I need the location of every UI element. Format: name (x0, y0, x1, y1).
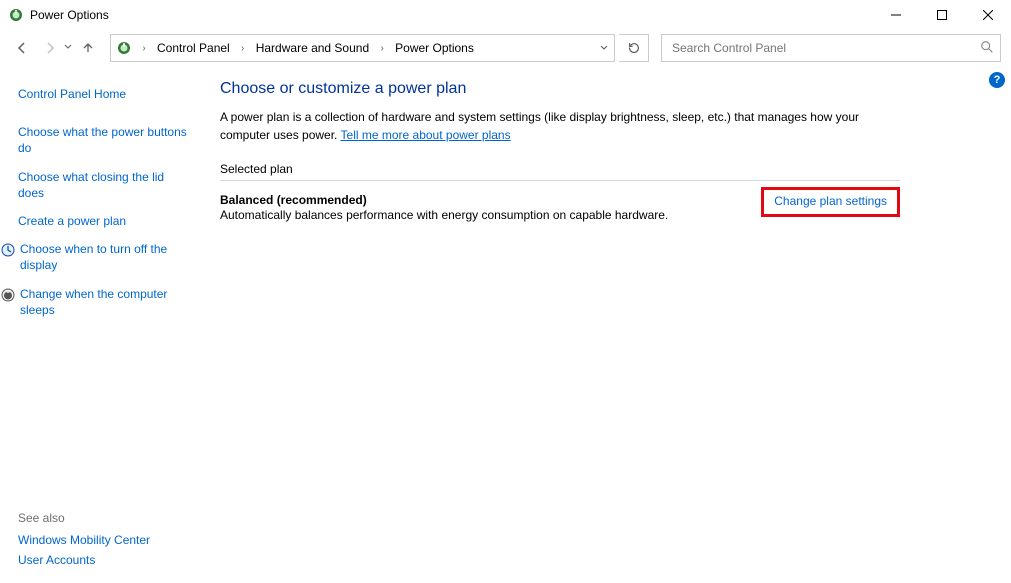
sidebar-link[interactable]: Choose what the power buttons do (18, 124, 192, 156)
breadcrumb-item[interactable]: Hardware and Sound (250, 35, 375, 61)
chevron-right-icon[interactable]: › (375, 35, 389, 61)
minimize-button[interactable] (873, 0, 919, 30)
see-also-link[interactable]: User Accounts (18, 553, 192, 567)
sidebar-link[interactable]: Create a power plan (18, 213, 192, 229)
chevron-right-icon[interactable]: › (236, 35, 250, 61)
section-divider (220, 180, 900, 181)
maximize-button[interactable] (919, 0, 965, 30)
see-also: See also Windows Mobility Center User Ac… (18, 511, 192, 583)
title-bar: Power Options (0, 0, 1011, 30)
breadcrumb-item[interactable]: Control Panel (151, 35, 236, 61)
address-history-button[interactable] (592, 35, 614, 61)
change-plan-settings-link[interactable]: Change plan settings (774, 194, 887, 208)
back-button[interactable] (10, 36, 34, 60)
breadcrumb-item[interactable]: Power Options (389, 35, 480, 61)
display-off-icon (0, 242, 16, 261)
refresh-button[interactable] (619, 34, 649, 62)
sleep-icon (0, 287, 16, 306)
sidebar: Control Panel Home Choose what the power… (0, 66, 200, 583)
window-controls (873, 0, 1011, 30)
power-options-icon (8, 7, 24, 23)
description-text: A power plan is a collection of hardware… (220, 110, 859, 142)
sidebar-link[interactable]: Choose what closing the lid does (18, 169, 192, 201)
learn-more-link[interactable]: Tell me more about power plans (341, 128, 511, 142)
page-heading: Choose or customize a power plan (220, 80, 991, 98)
main: ? Choose or customize a power plan A pow… (200, 66, 1011, 583)
chevron-right-icon[interactable]: › (137, 35, 151, 61)
breadcrumb: › Control Panel › Hardware and Sound › P… (137, 35, 480, 61)
forward-button[interactable] (38, 36, 62, 60)
sidebar-link[interactable]: Change when the computer sleeps (20, 286, 192, 318)
plan-name: Balanced (recommended) (220, 193, 751, 207)
power-options-icon (111, 35, 137, 61)
content: Control Panel Home Choose what the power… (0, 66, 1011, 583)
section-label: Selected plan (220, 162, 991, 178)
window-title: Power Options (30, 8, 109, 22)
close-button[interactable] (965, 0, 1011, 30)
address-bar[interactable]: › Control Panel › Hardware and Sound › P… (110, 34, 615, 62)
control-panel-home-link[interactable]: Control Panel Home (18, 86, 192, 102)
see-also-label: See also (18, 511, 192, 525)
search-box[interactable] (661, 34, 1001, 62)
search-input[interactable] (672, 41, 980, 55)
page-description: A power plan is a collection of hardware… (220, 108, 900, 144)
search-icon (980, 40, 994, 57)
plan-description: Automatically balances performance with … (220, 207, 751, 224)
plan-row: Balanced (recommended) Automatically bal… (220, 193, 900, 224)
sidebar-link[interactable]: Choose when to turn off the display (20, 241, 192, 273)
recent-locations-button[interactable] (64, 43, 72, 54)
nav-row: › Control Panel › Hardware and Sound › P… (0, 30, 1011, 66)
up-button[interactable] (76, 36, 100, 60)
help-icon[interactable]: ? (989, 72, 1005, 88)
highlight-box: Change plan settings (761, 187, 900, 217)
see-also-link[interactable]: Windows Mobility Center (18, 533, 192, 547)
